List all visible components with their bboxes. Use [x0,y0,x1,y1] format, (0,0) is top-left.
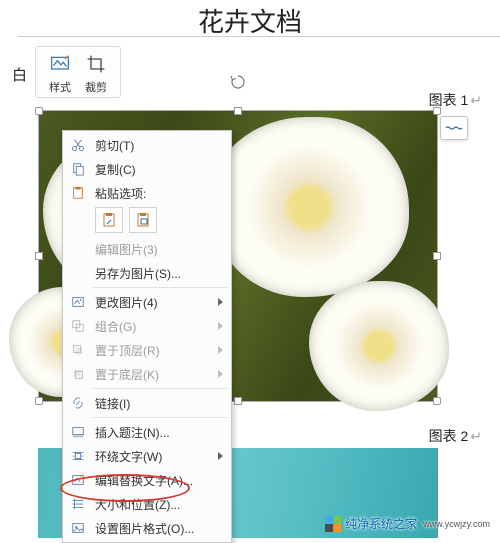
paste-option-picture[interactable] [129,207,157,233]
caption-icon [69,423,87,441]
ctx-wrap-text[interactable]: 环绕文字(W) [63,444,231,468]
watermark-logo-icon [325,516,341,532]
context-menu: 剪切(T) 复制(C) 粘贴选项: 编辑图片(3) 另存为图片(S)... 更改 [62,130,232,543]
submenu-arrow-icon [218,298,223,306]
ctx-hyperlink-label: 链接(I) [95,395,223,412]
resize-handle-ne[interactable] [433,107,441,115]
ctx-copy-label: 复制(C) [95,161,223,178]
ctx-edit-picture: 编辑图片(3) [63,237,231,261]
submenu-arrow-icon [218,452,223,460]
ctx-edit-alt-text[interactable]: 编辑替换文字(A)... [63,468,231,492]
caption-1-text: 图表 1 [429,92,469,108]
return-mark-icon: ↵ [470,92,482,108]
bring-front-icon [69,341,87,359]
resize-handle-s[interactable] [234,397,242,405]
paste-icon [69,184,87,202]
ctx-paste-options-label: 粘贴选项: [95,185,223,202]
change-picture-icon [69,293,87,311]
ribbon-picture-group: 样式 裁剪 [35,46,121,98]
ctx-change-picture[interactable]: 更改图片(4) [63,290,231,314]
clipboard-picture-icon [135,212,151,228]
clipboard-icon [101,212,117,228]
ribbon-left-label: 白 [12,64,27,85]
flower-decoration [309,281,449,411]
ctx-insert-caption[interactable]: 插入题注(N)... [63,420,231,444]
rotation-handle[interactable] [229,73,247,91]
ctx-cut-label: 剪切(T) [95,137,223,154]
crop-button[interactable]: 裁剪 [78,53,114,95]
return-mark-icon: ↵ [470,428,482,444]
picture-styles-label: 样式 [49,79,71,95]
ctx-send-back: 置于底层(K) [63,362,231,386]
copy-icon [69,160,87,178]
scissors-icon [69,136,87,154]
ctx-size-position[interactable]: 大小和位置(Z)... [63,492,231,516]
ctx-paste-options: 粘贴选项: [63,181,231,205]
caption-2: 图表 2↵ [429,426,482,446]
group-icon [69,317,87,335]
watermark-text: 纯净系统之家 [345,515,417,532]
resize-handle-n[interactable] [234,107,242,115]
ctx-format-picture-label: 设置图片格式(O)... [95,520,223,537]
caption-2-text: 图表 2 [429,428,469,444]
layout-options-button[interactable] [440,116,468,140]
submenu-arrow-icon [218,346,223,354]
wrap-text-icon [69,447,87,465]
separator [93,287,227,288]
blank-icon [69,264,87,282]
submenu-arrow-icon [218,322,223,330]
submenu-arrow-icon [218,370,223,378]
ctx-size-position-label: 大小和位置(Z)... [95,496,223,513]
ctx-change-picture-label: 更改图片(4) [95,294,210,311]
ctx-hyperlink[interactable]: 链接(I) [63,391,231,415]
layout-options-icon [445,122,463,134]
ctx-bring-front-label: 置于顶层(R) [95,342,210,359]
ctx-save-as-picture-label: 另存为图片(S)... [95,265,223,282]
picture-styles-button[interactable]: 样式 [42,53,78,95]
crop-label: 裁剪 [85,79,107,95]
ctx-format-picture[interactable]: 设置图片格式(O)... [63,516,231,540]
ctx-edit-alt-text-label: 编辑替换文字(A)... [95,472,223,489]
watermark-url: www.ycwjzy.com [423,519,490,529]
ctx-edit-picture-label: 编辑图片(3) [95,241,223,258]
picture-styles-icon [48,53,72,75]
format-picture-icon [69,519,87,537]
resize-handle-nw[interactable] [35,107,43,115]
paste-option-keep-source[interactable] [95,207,123,233]
blank-icon [69,240,87,258]
ctx-save-as-picture[interactable]: 另存为图片(S)... [63,261,231,285]
resize-handle-e[interactable] [433,252,441,260]
paste-options-row [63,205,231,237]
resize-handle-w[interactable] [35,252,43,260]
ctx-group-label: 组合(G) [95,318,210,335]
send-back-icon [69,365,87,383]
size-position-icon [69,495,87,513]
ctx-wrap-text-label: 环绕文字(W) [95,448,210,465]
ctx-bring-front: 置于顶层(R) [63,338,231,362]
resize-handle-se[interactable] [433,397,441,405]
ctx-copy[interactable]: 复制(C) [63,157,231,181]
ctx-cut[interactable]: 剪切(T) [63,133,231,157]
separator [93,388,227,389]
ctx-send-back-label: 置于底层(K) [95,366,210,383]
resize-handle-sw[interactable] [35,397,43,405]
ctx-insert-caption-label: 插入题注(N)... [95,424,223,441]
alt-text-icon [69,471,87,489]
link-icon [69,394,87,412]
separator [93,417,227,418]
title-underline [18,36,500,37]
crop-icon [84,53,108,75]
watermark: 纯净系统之家 www.ycwjzy.com [325,515,490,532]
page-title: 花卉文档 [0,0,500,39]
ctx-group: 组合(G) [63,314,231,338]
flower-decoration [209,117,409,297]
